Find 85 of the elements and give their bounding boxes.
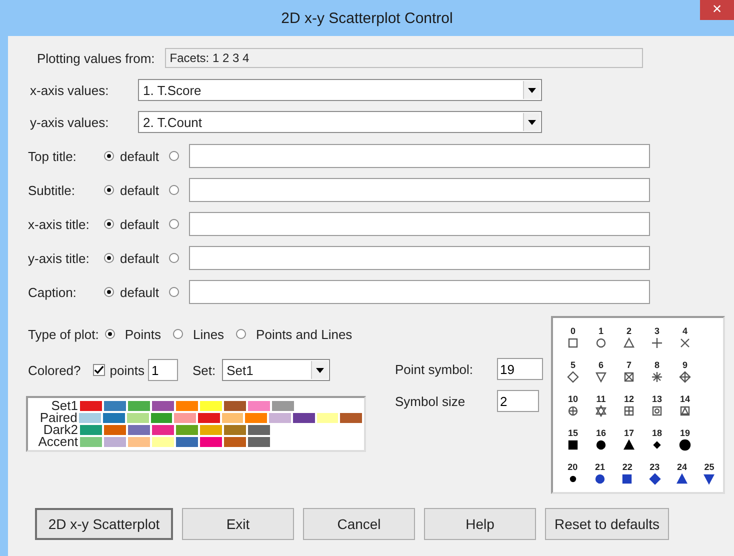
- radio-button[interactable]: [104, 253, 114, 263]
- field-label: Symbol size: [395, 394, 466, 408]
- radio-button[interactable]: [104, 287, 114, 297]
- points-count-field[interactable]: 1: [148, 359, 178, 381]
- symbol-size-field[interactable]: 2: [497, 390, 539, 412]
- radio-button[interactable]: [169, 185, 180, 195]
- radio-button[interactable]: [104, 151, 114, 161]
- point-symbol-field[interactable]: 19: [497, 358, 543, 380]
- field-label: Type of plot:: [28, 326, 99, 342]
- radio-label[interactable]: default: [120, 250, 160, 266]
- symbol-number: 12: [624, 394, 634, 405]
- radio-button[interactable]: [104, 185, 114, 195]
- symbol-number: 14: [680, 394, 690, 405]
- symbol-number: 24: [676, 462, 687, 473]
- title-input-field[interactable]: [189, 144, 650, 168]
- dialog-button[interactable]: 2D x-y Scatterplot: [35, 508, 173, 540]
- symbol-number: 22: [622, 462, 632, 473]
- field-label: y-axis values:: [30, 114, 110, 130]
- radio-button[interactable]: [169, 219, 180, 229]
- symbol-number: 15: [568, 428, 578, 439]
- symbol-number: 18: [652, 428, 662, 439]
- axis-dropdown[interactable]: 1. T.Score: [138, 79, 542, 101]
- palette-name: Accent: [37, 436, 78, 448]
- symbol-number: 10: [568, 394, 578, 405]
- axis-dropdown[interactable]: 2. T.Count: [138, 111, 542, 133]
- radio-label[interactable]: default: [120, 216, 160, 232]
- radio-button[interactable]: [169, 287, 180, 297]
- field-label: x-axis title:: [28, 216, 90, 232]
- field-label: Caption:: [28, 284, 78, 300]
- field-label: y-axis title:: [28, 250, 90, 266]
- symbol-number: 21: [594, 462, 605, 473]
- symbol-number: 19: [680, 428, 690, 439]
- symbol-number: 7: [626, 360, 632, 371]
- field-label: Plotting values from:: [37, 50, 155, 66]
- dialog-button[interactable]: Cancel: [303, 508, 415, 540]
- symbol-number: 11: [596, 394, 606, 405]
- symbol-number: 13: [652, 394, 662, 405]
- symbol-number: 4: [682, 326, 688, 337]
- source-field: Facets: 1 2 3 4: [164, 48, 643, 68]
- symbol-number: 6: [598, 360, 604, 371]
- radio-label[interactable]: Points: [124, 326, 161, 342]
- symbol-number: 1: [598, 326, 604, 337]
- symbol-number: 2: [626, 326, 632, 337]
- field-label: Set:: [192, 362, 216, 378]
- window-title: 2D x-y Scatterplot Control: [281, 10, 453, 26]
- symbol-number: 25: [704, 462, 714, 473]
- radio-button[interactable]: [236, 329, 246, 339]
- set-dropdown[interactable]: Set1: [222, 359, 330, 381]
- checkbox-label[interactable]: points: [110, 362, 144, 378]
- field-label: Colored?: [28, 362, 81, 378]
- title-input-field[interactable]: [189, 212, 650, 236]
- symbol-number: 20: [568, 462, 578, 473]
- radio-button[interactable]: [104, 219, 114, 229]
- field-label: Subtitle:: [28, 182, 76, 198]
- radio-label[interactable]: Lines: [192, 326, 224, 342]
- radio-button[interactable]: [169, 253, 180, 263]
- symbol-number: 3: [654, 326, 660, 337]
- close-button[interactable]: ×: [700, 0, 734, 20]
- radio-button[interactable]: [104, 329, 115, 339]
- radio-button[interactable]: [169, 151, 180, 161]
- dialog-button[interactable]: Help: [424, 508, 536, 540]
- dialog-button[interactable]: Reset to defaults: [545, 508, 669, 540]
- palette-name: Set1: [51, 400, 78, 412]
- radio-label[interactable]: default: [120, 284, 160, 300]
- symbol-number: 16: [596, 428, 606, 439]
- title-input-field[interactable]: [189, 246, 650, 270]
- radio-label[interactable]: default: [120, 148, 160, 164]
- symbol-number: 17: [624, 428, 634, 439]
- title-input-field[interactable]: [189, 280, 650, 304]
- radio-button[interactable]: [172, 329, 183, 339]
- field-label: Top title:: [28, 148, 78, 164]
- field-label: x-axis values:: [30, 82, 110, 98]
- radio-label[interactable]: default: [120, 182, 160, 198]
- palette-name: Dark2: [43, 424, 78, 436]
- radio-label[interactable]: Points and Lines: [256, 326, 352, 342]
- symbol-number: 8: [654, 360, 660, 371]
- palette-name: Paired: [38, 412, 78, 424]
- field-label: Point symbol:: [395, 362, 474, 376]
- dialog-button[interactable]: Exit: [182, 508, 294, 540]
- symbol-number: 23: [650, 462, 660, 473]
- checkbox[interactable]: [92, 364, 105, 376]
- symbol-number: 5: [570, 360, 576, 371]
- title-input-field[interactable]: [189, 178, 650, 202]
- symbol-number: 9: [682, 360, 688, 371]
- symbol-number: 0: [570, 326, 576, 337]
